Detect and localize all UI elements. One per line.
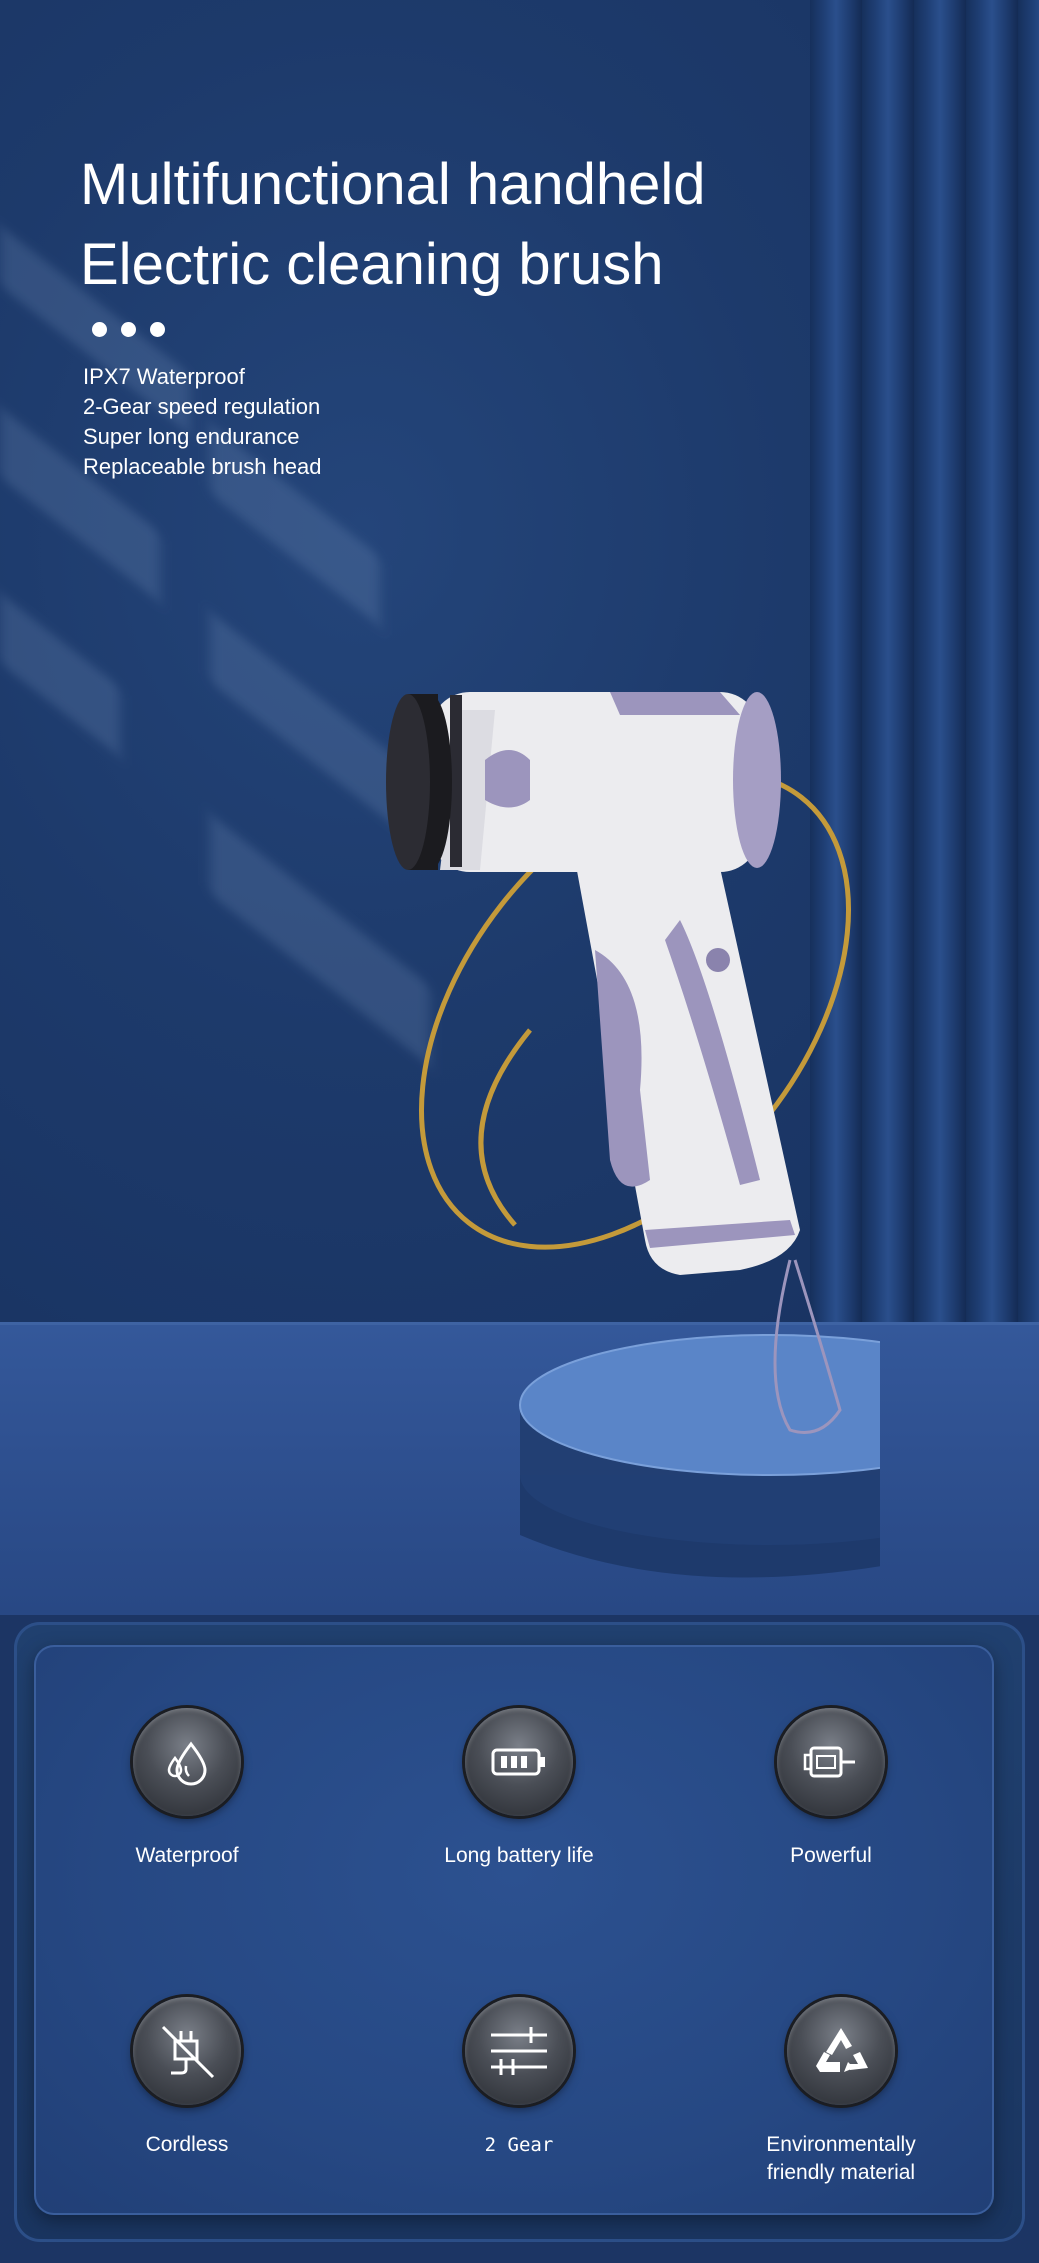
- feature-item: Replaceable brush head: [83, 454, 322, 479]
- dot: [92, 322, 107, 337]
- feature-waterproof: Waterproof: [57, 1708, 317, 1870]
- feature-label-line-1: Environmentally: [766, 2133, 916, 2156]
- feature-item: Super long endurance: [83, 424, 300, 449]
- product-image: [386, 692, 880, 1578]
- dots-divider: [92, 322, 165, 337]
- product-page: Multifunctional handheld Electric cleani…: [0, 0, 1039, 2263]
- dot: [150, 322, 165, 337]
- water-drop-icon: [133, 1708, 241, 1816]
- light-shadow: [0, 593, 120, 757]
- no-plug-icon: [133, 1997, 241, 2105]
- feature-label-line-2: friendly material: [766, 2161, 916, 2184]
- feature-eco-material: Environmentally friendly material: [711, 1997, 971, 2187]
- recycle-icon: [787, 1997, 895, 2105]
- feature-label: Environmentally friendly material: [711, 2131, 971, 2187]
- feature-label: Waterproof: [135, 1844, 239, 1867]
- title-line-1: Multifunctional handheld: [80, 152, 706, 217]
- slider-icon: [465, 1997, 573, 2105]
- feature-label: 2 Gear: [484, 2134, 554, 2156]
- feature-2-gear: 2 Gear: [389, 1997, 649, 2159]
- title-line-2: Electric cleaning brush: [80, 232, 664, 297]
- feature-cordless: Cordless: [57, 1997, 317, 2159]
- feature-powerful: Powerful: [701, 1708, 961, 1870]
- feature-item: 2-Gear speed regulation: [83, 394, 321, 419]
- page-title: Multifunctional handheld Electric cleani…: [80, 145, 706, 305]
- pedestal: [519, 1334, 880, 1578]
- dot: [121, 322, 136, 337]
- feature-battery: Long battery life: [389, 1708, 649, 1870]
- motor-icon: [777, 1708, 885, 1816]
- feature-item: IPX7 Waterproof: [83, 364, 245, 389]
- feature-list: IPX7 Waterproof 2-Gear speed regulation …: [83, 362, 322, 482]
- battery-icon: [465, 1708, 573, 1816]
- feature-label: Powerful: [790, 1844, 872, 1867]
- feature-label: Cordless: [145, 2133, 229, 2156]
- brush-head-body: [430, 692, 781, 872]
- scrub-pad: [386, 694, 452, 870]
- feature-label: Long battery life: [444, 1844, 594, 1867]
